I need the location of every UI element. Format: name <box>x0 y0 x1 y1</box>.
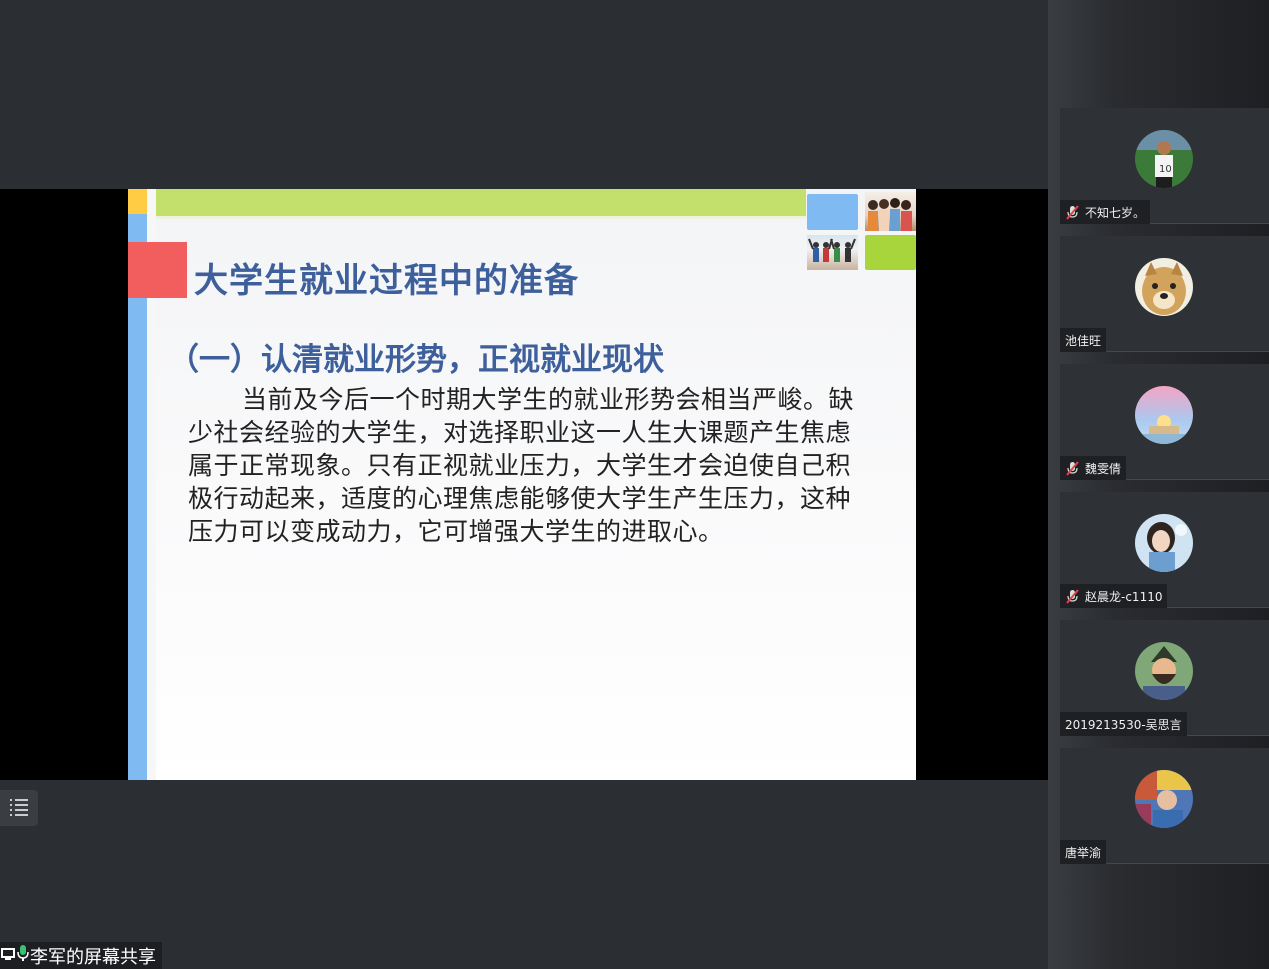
students-cheering-photo <box>807 235 858 270</box>
participant-tile[interactable]: 魏雯倩 <box>1060 364 1269 480</box>
participant-nameplate: 赵晨龙-c1110 <box>1060 584 1168 608</box>
svg-text:10: 10 <box>1159 164 1172 175</box>
participant-tile[interactable]: 赵晨龙-c1110 <box>1060 492 1269 608</box>
participant-tile[interactable]: 唐举渝 <box>1060 748 1269 864</box>
football-player-avatar: 10 <box>1135 130 1193 188</box>
muted-microphone-icon <box>1065 204 1080 220</box>
slide-green-bar <box>156 189 806 216</box>
list-menu-button[interactable] <box>0 790 38 826</box>
screen-share-area: 大学生就业过程中的准备 （一）认清就业形势，正视就业现状 当前及今后一个时期大学… <box>0 0 1048 969</box>
muted-microphone-icon <box>1065 460 1080 476</box>
sunset-avatar <box>1135 386 1193 444</box>
participant-name: 赵晨龙-c1110 <box>1085 589 1163 604</box>
dog-avatar <box>1135 258 1193 316</box>
list-icon <box>10 799 28 816</box>
screen-share-owner-text: 李军的屏幕共享 <box>30 946 156 968</box>
slide-blue-bar <box>128 214 147 780</box>
slide-body-text: 当前及今后一个时期大学生的就业形势会相当严峻。缺少社会经验的大学生，对选择职业这… <box>188 385 855 546</box>
participant-nameplate: 2019213530-吴思言 <box>1060 712 1187 736</box>
presentation-slide: 大学生就业过程中的准备 （一）认清就业形势，正视就业现状 当前及今后一个时期大学… <box>128 189 916 780</box>
slide-deco-blue-tile <box>807 194 858 230</box>
cartoon-warrior-avatar <box>1135 642 1193 700</box>
slide-subtitle: （一）认清就业形势，正视就业现状 <box>168 342 664 378</box>
participant-nameplate: 池佳旺 <box>1060 328 1107 352</box>
colorful-avatar <box>1135 770 1193 828</box>
participant-nameplate: 唐举渝 <box>1060 840 1107 864</box>
screen-share-label: 李军的屏幕共享 <box>0 942 162 969</box>
students-group-photo <box>865 192 916 231</box>
microphone-icon <box>16 944 30 967</box>
participant-tile[interactable]: 池佳旺 <box>1060 236 1269 352</box>
participant-name: 唐举渝 <box>1065 845 1102 860</box>
slide-title: 大学生就业过程中的准备 <box>194 261 579 301</box>
participant-name: 魏雯倩 <box>1085 461 1122 476</box>
muted-microphone-icon <box>1065 588 1080 604</box>
participant-nameplate: 魏雯倩 <box>1060 456 1127 480</box>
slide-deco-green-tile <box>865 235 916 270</box>
screen-share-icon <box>1 945 15 966</box>
participant-name: 池佳旺 <box>1065 333 1102 348</box>
participant-name: 不知七岁。 <box>1085 205 1146 220</box>
slide-yellow-square <box>128 189 147 214</box>
girl-portrait-avatar <box>1135 514 1193 572</box>
slide-red-square <box>128 242 187 298</box>
slide-green-bar-shadow <box>156 216 806 219</box>
participant-tile[interactable]: 10 不知七岁。 <box>1060 108 1269 224</box>
participant-tile[interactable]: 2019213530-吴思言 <box>1060 620 1269 736</box>
participant-nameplate: 不知七岁。 <box>1060 200 1151 224</box>
participant-name: 2019213530-吴思言 <box>1065 717 1182 732</box>
